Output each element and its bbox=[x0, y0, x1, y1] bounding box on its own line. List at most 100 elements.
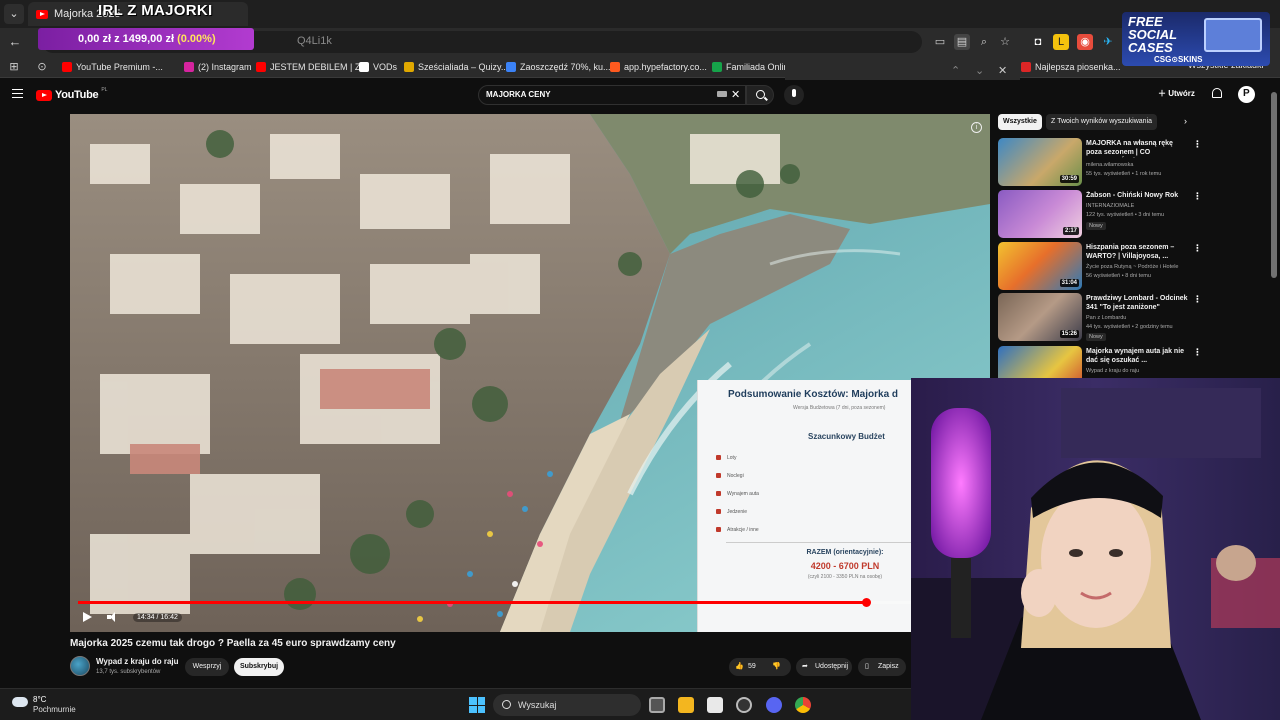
video-thumbnail bbox=[998, 346, 1082, 378]
recommendation-item[interactable]: 31:04 Hiszpania poza sezonem – WARTO? | … bbox=[998, 242, 1268, 292]
recommendation-meta: 55 tys. wyświetleń • 1 rok temu bbox=[1086, 171, 1162, 177]
back-arrow-icon[interactable]: ← bbox=[6, 34, 24, 50]
progress-bar[interactable] bbox=[78, 598, 982, 607]
bookmark-favicon bbox=[1021, 62, 1031, 72]
subscribe-button[interactable]: Subskrybuj bbox=[234, 658, 284, 676]
chip-from-search[interactable]: Z Twoich wyników wyszukiwania bbox=[1046, 114, 1158, 130]
cast-icon[interactable]: ▭ bbox=[932, 34, 948, 50]
recommendation-title: Hiszpania poza sezonem – WARTO? | Villaj… bbox=[1086, 244, 1175, 260]
chevron-right-icon[interactable]: › bbox=[1184, 116, 1187, 126]
time-display: 14:34 / 16:42 bbox=[133, 613, 182, 622]
recommendation-item[interactable]: 30:59 MAJORKA na własną rękę poza sezone… bbox=[998, 138, 1268, 188]
bookmark-item[interactable]: VODs bbox=[359, 60, 397, 74]
channel-name[interactable]: Wypad z kraju do raju bbox=[96, 657, 179, 666]
chrome-icon[interactable] bbox=[795, 697, 811, 713]
recommendation-channel: milena.wilamowska bbox=[1086, 162, 1134, 168]
share-label: Udostępnij bbox=[815, 663, 849, 670]
extension-icon-3[interactable]: ◉ bbox=[1077, 34, 1093, 50]
scrollbar[interactable] bbox=[1271, 92, 1277, 278]
bookmark-icon-0[interactable]: ⊙ bbox=[34, 59, 50, 75]
reader-icon[interactable]: ▤ bbox=[954, 34, 970, 50]
bookmark-item[interactable]: Familiada Online bbox=[712, 60, 794, 74]
recommendation-title: Majorka wynajem auta jak nie dać się osz… bbox=[1086, 348, 1185, 364]
ad-headline: FREE SOCIAL CASES bbox=[1128, 14, 1178, 55]
obs-icon[interactable] bbox=[736, 697, 752, 713]
recommendation-item[interactable]: Majorka wynajem auta jak nie dać się osz… bbox=[998, 346, 1268, 378]
bookmarks-bar: ⊞ ⊙ YouTube Premium -... (2) Instagram J… bbox=[0, 56, 1280, 78]
microphone-icon[interactable] bbox=[784, 85, 804, 105]
weather-temperature[interactable]: 8°C bbox=[33, 695, 46, 704]
weather-description[interactable]: Pochmurnie bbox=[33, 705, 76, 714]
volume-icon[interactable] bbox=[107, 612, 119, 622]
search-button[interactable] bbox=[746, 85, 774, 105]
bookmark-item[interactable]: Najlepsza piosenka... bbox=[1021, 60, 1121, 74]
file-explorer-icon[interactable] bbox=[678, 697, 694, 713]
case-icon bbox=[1204, 18, 1262, 52]
bookmark-star-icon[interactable]: ☆ bbox=[997, 34, 1013, 50]
bookmark-item[interactable]: (2) Instagram bbox=[184, 60, 252, 74]
keyboard-icon[interactable] bbox=[717, 91, 727, 97]
discord-icon[interactable] bbox=[766, 697, 782, 713]
youtube-logo[interactable]: YouTube PL bbox=[36, 87, 107, 101]
extension-icon-4[interactable]: ✈ bbox=[1100, 34, 1116, 50]
cost-summary-subheading: Wersja Budżetowa (7 dni, poza sezonem) bbox=[793, 405, 886, 411]
more-options-icon[interactable]: ⋮ bbox=[1193, 294, 1202, 305]
find-next-icon[interactable]: ⌄ bbox=[975, 64, 984, 77]
extension-icon-2[interactable]: L bbox=[1053, 34, 1069, 50]
info-icon[interactable]: i bbox=[971, 122, 982, 133]
notifications-icon[interactable] bbox=[1212, 88, 1222, 98]
windows-taskbar: 8°C Pochmurnie Wyszukaj bbox=[0, 688, 911, 720]
more-options-icon[interactable]: ⋮ bbox=[1193, 139, 1202, 150]
chevron-down-icon[interactable]: ⌄ bbox=[4, 4, 24, 24]
budget-row: Noclegi bbox=[716, 473, 744, 479]
taskbar-search[interactable]: Wyszukaj bbox=[493, 694, 641, 716]
donation-percent: (0.00%) bbox=[177, 33, 216, 45]
menu-icon[interactable] bbox=[12, 89, 23, 98]
bookmark-item[interactable]: JESTEM DEBILEM | Z... bbox=[256, 60, 368, 74]
stream-title: IRL Z MAJORKI bbox=[98, 2, 213, 19]
recommendation-title: Prawdziwy Lombard - Odcinek 341 "To jest… bbox=[1086, 295, 1188, 311]
find-prev-icon[interactable]: ⌃ bbox=[951, 64, 960, 77]
search-input[interactable]: MAJORKA CENY bbox=[478, 85, 746, 105]
play-icon[interactable] bbox=[83, 612, 92, 622]
windows-start-icon[interactable] bbox=[469, 697, 485, 713]
create-button[interactable]: ＋ Utwórz bbox=[1158, 88, 1195, 99]
store-icon[interactable] bbox=[707, 697, 723, 713]
extension-icon-1[interactable]: ◘ bbox=[1030, 34, 1046, 50]
duration-badge: 2:17 bbox=[1062, 227, 1079, 235]
find-close-icon[interactable]: ✕ bbox=[998, 64, 1007, 77]
channel-avatar[interactable] bbox=[70, 656, 90, 676]
recommendation-item[interactable]: 15:26 Prawdziwy Lombard - Odcinek 341 "T… bbox=[998, 293, 1268, 343]
donation-goal-bar: 0,00 zł z 1499,00 zł (0.00%) bbox=[38, 28, 254, 50]
share-button[interactable]: ➦ Udostępnij bbox=[796, 658, 852, 676]
thumbs-down-icon[interactable]: 👎 bbox=[772, 658, 781, 676]
save-button[interactable]: ▯ Zapisz bbox=[858, 658, 906, 676]
zoom-icon[interactable]: ⌕ bbox=[976, 34, 992, 50]
save-icon: ▯ bbox=[865, 663, 869, 670]
bookmark-item[interactable]: Sześcialiada – Quizy... bbox=[404, 60, 508, 74]
budget-row: Wynajem auta bbox=[716, 491, 759, 497]
youtube-header: YouTube PL MAJORKA CENY ✕ ＋ Utwórz bbox=[0, 80, 1280, 110]
clear-search-icon[interactable]: ✕ bbox=[731, 88, 740, 101]
thumbs-up-icon[interactable]: 👍 bbox=[735, 658, 744, 676]
bookmark-item[interactable]: Zaoszczędź 70%, ku... bbox=[506, 60, 611, 74]
bookmark-favicon bbox=[404, 62, 414, 72]
account-avatar[interactable] bbox=[1238, 86, 1255, 103]
youtube-wordmark: YouTube bbox=[55, 89, 99, 101]
task-view-icon[interactable] bbox=[649, 697, 665, 713]
video-player[interactable]: i Podsumowanie Kosztów: Majorka d Wersja… bbox=[70, 114, 990, 632]
bookmark-item[interactable]: YouTube Premium -... bbox=[62, 60, 163, 74]
apps-grid-icon[interactable]: ⊞ bbox=[6, 59, 22, 75]
progress-fill bbox=[78, 601, 867, 604]
bookmark-item[interactable]: app.hypefactory.co... bbox=[610, 60, 707, 74]
more-options-icon[interactable]: ⋮ bbox=[1193, 243, 1202, 254]
cost-summary-heading: Podsumowanie Kosztów: Majorka d bbox=[728, 389, 899, 400]
recommendation-item[interactable]: 2:17 Żabson - Chiński Nowy Rok INTERNAZI… bbox=[998, 190, 1268, 240]
like-count: 59 bbox=[748, 663, 756, 670]
chip-all[interactable]: Wszystkie bbox=[998, 114, 1042, 130]
more-options-icon[interactable]: ⋮ bbox=[1193, 191, 1202, 202]
more-options-icon[interactable]: ⋮ bbox=[1193, 347, 1202, 358]
support-button[interactable]: Wesprzyj bbox=[185, 658, 229, 676]
video-thumbnail: 31:04 bbox=[998, 242, 1082, 290]
youtube-icon bbox=[36, 9, 48, 19]
